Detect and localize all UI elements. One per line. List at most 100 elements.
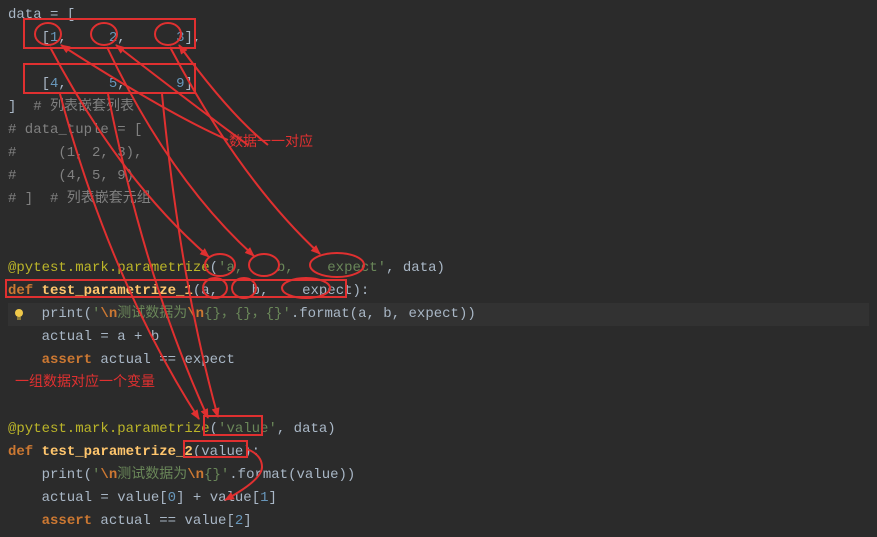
code-token: assert [42, 352, 101, 368]
code-token: ( [193, 283, 201, 299]
code-line[interactable] [8, 395, 869, 418]
code-token: ], [184, 30, 201, 46]
lightbulb-icon[interactable] [12, 308, 26, 322]
code-token: , [210, 283, 252, 299]
code-token: [ [8, 76, 50, 92]
code-token: value [117, 490, 159, 506]
code-token: # ] # 列表嵌套元组 [8, 191, 151, 207]
code-token: \n [100, 467, 117, 483]
code-token: # data_tuple = [ [8, 122, 142, 138]
code-token: ) [437, 260, 445, 276]
code-token: 'a, b, expect' [218, 260, 386, 276]
code-token: )) [339, 467, 356, 483]
code-line[interactable]: assert actual == expect [8, 349, 869, 372]
code-token: ] [8, 99, 33, 115]
code-token: # 列表嵌套列表 [33, 99, 134, 115]
code-line[interactable]: # (1, 2, 3), [8, 142, 869, 165]
code-line[interactable] [8, 211, 869, 234]
code-token: a [201, 283, 209, 299]
code-token: b [383, 306, 391, 322]
code-token: actual [8, 329, 100, 345]
code-line[interactable]: # (4, 5, 9) [8, 165, 869, 188]
code-line[interactable]: actual = value[0] + value[1] [8, 487, 869, 510]
code-line[interactable]: def test_parametrize_2(value): [8, 441, 869, 464]
code-token: [ [252, 490, 260, 506]
code-token: assert [42, 513, 101, 529]
code-token: , [392, 306, 409, 322]
code-token: ( [210, 260, 218, 276]
code-token: ( [210, 421, 218, 437]
code-token: 1 [260, 490, 268, 506]
code-token: test_parametrize_2 [42, 444, 193, 460]
code-token: .format( [291, 306, 358, 322]
code-token: {}' [204, 467, 229, 483]
code-token: 测试数据为 [117, 467, 187, 483]
code-line[interactable]: assert actual == value[2] [8, 510, 869, 533]
code-token: \n [187, 306, 204, 322]
code-token: value [201, 444, 243, 460]
code-token: # (4, 5, 9) [8, 168, 134, 184]
code-token: {}，{}，{}' [204, 306, 291, 322]
code-line[interactable]: ] # 列表嵌套列表 [8, 96, 869, 119]
code-token: , [260, 283, 302, 299]
code-line[interactable] [8, 50, 869, 73]
code-token: value [184, 513, 226, 529]
code-token: ] [184, 76, 192, 92]
code-token: def [8, 444, 42, 460]
code-token: , [386, 260, 403, 276]
code-line[interactable]: [4, 5, 9] [8, 73, 869, 96]
code-token: \n [187, 467, 204, 483]
code-token: [ [226, 513, 234, 529]
code-token: [ [159, 490, 167, 506]
code-token: 'value' [218, 421, 277, 437]
code-token: \n [100, 306, 117, 322]
code-token: b [151, 329, 159, 345]
annotation-label-1: 数据一一对应 [229, 131, 313, 151]
code-token: == [159, 352, 184, 368]
code-token: 0 [168, 490, 176, 506]
code-token: + [134, 329, 151, 345]
code-token: = [ [50, 7, 75, 23]
code-token: ] [176, 490, 193, 506]
code-token: [ [8, 30, 50, 46]
code-line[interactable] [8, 234, 869, 257]
code-token: = [100, 329, 117, 345]
code-line[interactable]: actual = a + b [8, 326, 869, 349]
code-token: == [159, 513, 184, 529]
code-line[interactable]: [1, 2, 3], [8, 27, 869, 50]
code-token: def [8, 283, 42, 299]
code-token: data [294, 421, 328, 437]
code-line[interactable]: print('\n测试数据为\n{}，{}，{}'.format(a, b, e… [8, 303, 869, 326]
code-token [8, 352, 42, 368]
code-token: )) [459, 306, 476, 322]
code-line[interactable]: # data_tuple = [ [8, 119, 869, 142]
code-line[interactable]: data = [ [8, 4, 869, 27]
code-token: a [117, 329, 134, 345]
code-token: expect [409, 306, 459, 322]
code-token: data [8, 7, 50, 23]
code-editor[interactable]: data = [ [1, 2, 3], [4, 5, 9]] # 列表嵌套列表#… [0, 0, 877, 537]
code-token: 2 [109, 30, 117, 46]
code-line[interactable]: print('\n测试数据为\n{}'.format(value)) [8, 464, 869, 487]
code-token: 测试数据为 [117, 306, 187, 322]
code-token: actual [100, 513, 159, 529]
code-line[interactable]: def test_parametrize_1(a, b, expect): [8, 280, 869, 303]
code-line[interactable]: @pytest.mark.parametrize('value', data) [8, 418, 869, 441]
code-token: value [210, 490, 252, 506]
code-line[interactable]: # ] # 列表嵌套元组 [8, 188, 869, 211]
code-token: + [193, 490, 210, 506]
code-token: data [403, 260, 437, 276]
code-token: ): [353, 283, 370, 299]
code-line[interactable]: @pytest.mark.parametrize('a, b, expect',… [8, 257, 869, 280]
code-token: @pytest.mark.parametrize [8, 260, 210, 276]
code-token: , [58, 76, 108, 92]
code-token: , [117, 76, 176, 92]
code-token: test_parametrize_1 [42, 283, 193, 299]
code-token: ] [243, 513, 251, 529]
annotation-label-2: 一组数据对应一个变量 [15, 371, 155, 391]
code-token: b [252, 283, 260, 299]
code-token: ) [327, 421, 335, 437]
code-token: 5 [109, 76, 117, 92]
code-token: actual [100, 352, 159, 368]
code-token: , [366, 306, 383, 322]
